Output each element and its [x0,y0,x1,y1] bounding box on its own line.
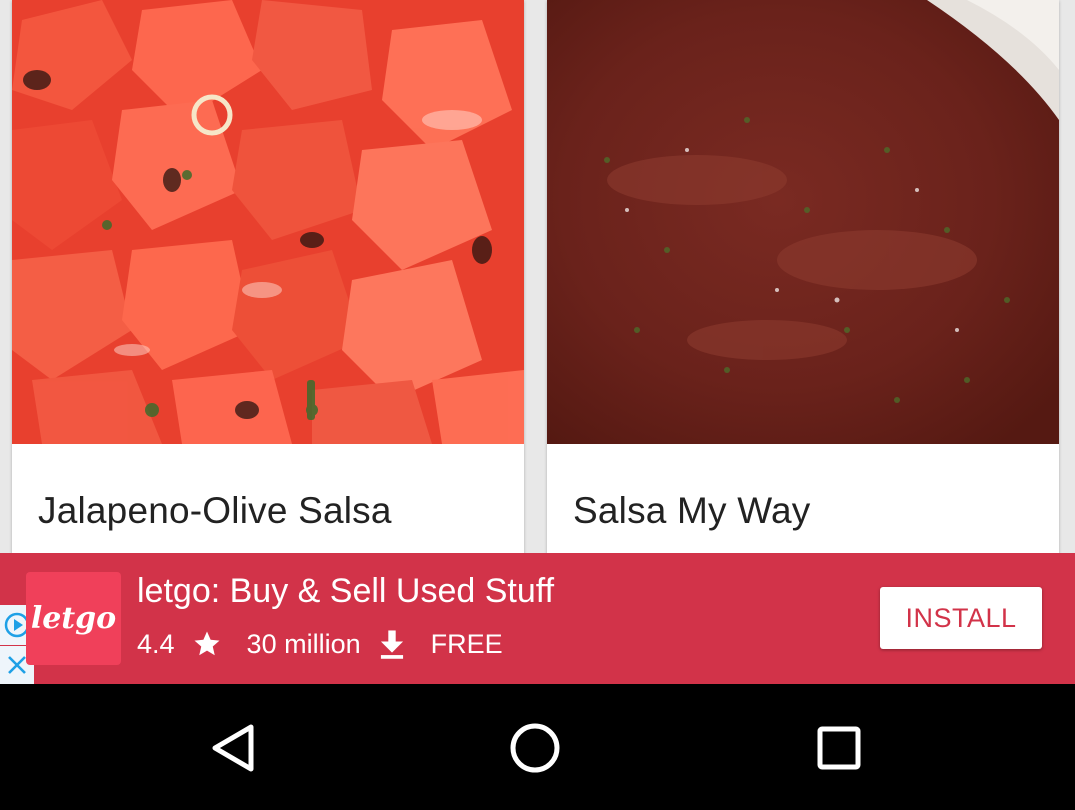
app-meta: 4.4 30 million FREE [137,624,503,664]
recipe-image[interactable] [12,0,524,444]
recipe-title[interactable]: Salsa My Way [573,490,810,532]
app-logo[interactable]: letgo [26,572,121,665]
recipe-card[interactable]: Salsa My Way [547,0,1059,560]
recents-icon[interactable] [811,720,867,776]
app-downloads: 30 million [246,628,361,659]
recipe-title[interactable]: Jalapeno-Olive Salsa [38,490,392,532]
home-icon[interactable] [507,720,563,776]
back-icon[interactable] [205,720,261,776]
download-icon [377,628,407,660]
recipe-card[interactable]: Jalapeno-Olive Salsa [12,0,524,560]
app-name[interactable]: letgo: Buy & Sell Used Stuff [137,572,554,611]
navigation-bar [0,684,1075,810]
star-icon [191,629,223,659]
app-rating: 4.4 [137,628,175,659]
recipe-image[interactable] [547,0,1059,444]
app-price: FREE [430,628,503,659]
install-button[interactable]: INSTALL [880,587,1042,649]
